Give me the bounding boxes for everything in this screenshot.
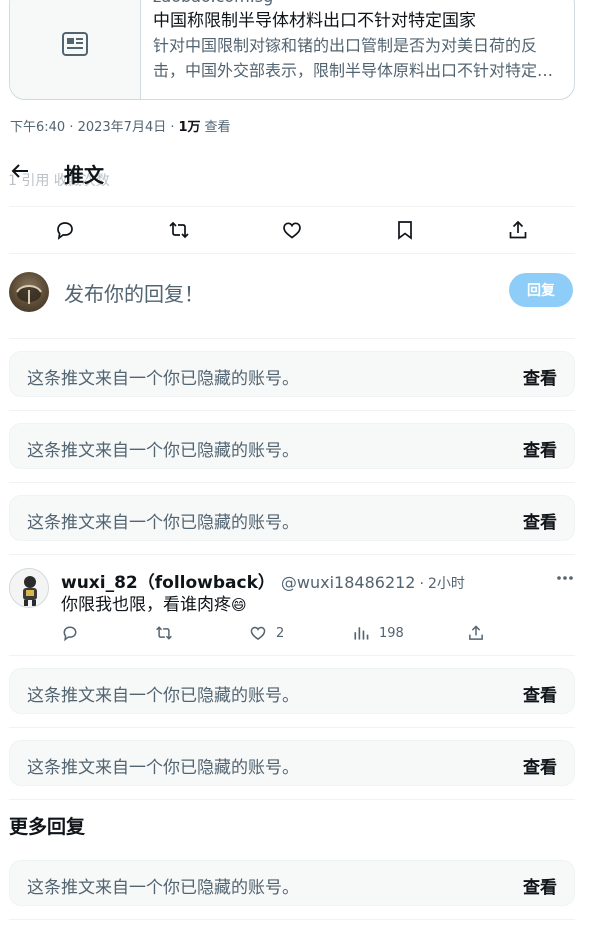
divider [9,253,575,254]
view-count: 198 [379,625,404,641]
share-button[interactable] [467,624,485,642]
like-button[interactable] [280,218,304,242]
tweet-text: 你限我也限，看谁肉疼😄 [61,590,247,615]
reply-icon [63,626,77,642]
link-description: 针对中国限制对镓和锗的出口管制是否为对美日荷的反击，中国外交部表示，限制半导体原… [153,36,554,80]
reply-button[interactable] [53,218,77,242]
views-label: 查看 [204,120,231,135]
page-header: 推文 [0,152,600,192]
link-domain: zaobao.com.sg [153,0,562,9]
divider [9,554,575,555]
more-options-button[interactable] [555,568,575,592]
divider [9,482,575,483]
like-count: 2 [276,625,285,641]
retweet-button[interactable] [167,218,191,242]
back-button[interactable] [10,161,30,185]
reply-submit-button[interactable]: 回复 [509,273,573,307]
divider [9,727,575,728]
divider [9,206,575,207]
more-replies-heading: 更多回复 [9,816,86,838]
hidden-tweet-notice: 这条推文来自一个你已隐藏的账号。 查看 [9,740,575,786]
bookmark-button[interactable] [393,218,417,242]
retweet-icon [169,221,189,239]
link-title: 中国称限制半导体材料出口不针对特定国家 [153,11,476,31]
tweet-time[interactable]: 2小时 [428,573,465,593]
avatar[interactable] [9,272,49,312]
bookmark-icon [398,221,412,240]
tweet-time[interactable]: 下午6:40 · 2023年7月4日 · [10,116,174,135]
reply-icon [57,222,73,240]
retweet-button[interactable] [155,624,182,642]
author-handle[interactable]: @wuxi18486212 [281,573,416,592]
link-thumbnail [10,0,141,99]
view-button[interactable]: 查看 [523,508,557,533]
hidden-notice-text: 这条推文来自一个你已隐藏的账号。 [27,369,299,389]
avatar-image [16,285,42,304]
share-button[interactable] [506,218,530,242]
divider [9,655,575,656]
arrow-left-icon [11,164,28,178]
hidden-tweet-notice: 这条推文来自一个你已隐藏的账号。 查看 [9,423,575,469]
share-icon [469,625,483,640]
retweet-icon [156,626,172,640]
divider [9,410,575,411]
hidden-notice-text: 这条推文来自一个你已隐藏的账号。 [27,686,299,706]
divider [9,338,575,339]
tweet-stats: 2 198 [61,624,501,644]
views-button[interactable]: 198 [352,624,404,642]
more-icon [557,576,573,580]
article-icon [62,32,88,56]
link-preview-card[interactable]: zaobao.com.sg 中国称限制半导体材料出口不针对特定国家 针对中国限制… [9,0,575,100]
tweet-text-content: 你限我也限，看谁肉疼 [61,595,231,615]
separator: · [419,576,424,592]
view-button[interactable]: 查看 [523,436,557,461]
views-count: 1万 [178,120,201,135]
hidden-notice-text: 这条推文来自一个你已隐藏的账号。 [27,878,299,898]
share-icon [509,220,527,239]
hidden-tweet-notice: 这条推文来自一个你已隐藏的账号。 查看 [9,495,575,541]
analytics-icon [354,627,369,640]
avatar[interactable] [9,568,49,608]
hidden-notice-text: 这条推文来自一个你已隐藏的账号。 [27,758,299,778]
like-icon [283,222,301,239]
reply-composer: 发布你的回复！ 回复 [0,268,600,316]
hidden-tweet-notice: 这条推文来自一个你已隐藏的账号。 查看 [9,668,575,714]
reply-button[interactable] [61,624,88,642]
tweet-timestamp-row: 下午6:40 · 2023年7月4日 · 1万 查看 [10,116,231,135]
hidden-notice-text: 这条推文来自一个你已隐藏的账号。 [27,441,299,461]
reply-input[interactable]: 发布你的回复！ [64,278,204,307]
hidden-tweet-notice: 这条推文来自一个你已隐藏的账号。 查看 [9,351,575,397]
view-button[interactable]: 查看 [523,873,557,898]
like-button[interactable]: 2 [249,624,284,642]
divider [9,799,575,800]
tweet-action-bar [0,210,600,250]
view-button[interactable]: 查看 [523,753,557,778]
page-title: 推文 [64,163,104,187]
grin-emoji: 😄 [231,596,247,614]
like-icon [250,626,266,641]
hidden-tweet-notice: 这条推文来自一个你已隐藏的账号。 查看 [9,860,575,906]
avatar-image [10,569,48,607]
reply-tweet[interactable]: wuxi_82（followback） @wuxi18486212 · 2小时 … [0,560,600,654]
hidden-notice-text: 这条推文来自一个你已隐藏的账号。 [27,513,299,533]
view-button[interactable]: 查看 [523,681,557,706]
divider [9,919,575,920]
view-button[interactable]: 查看 [523,364,557,389]
